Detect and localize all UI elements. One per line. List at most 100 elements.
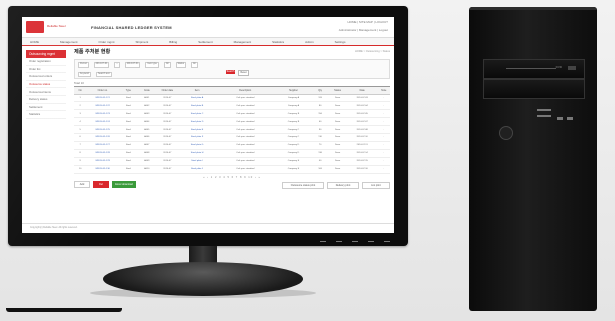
- table-cell: 8: [74, 149, 87, 158]
- table-cell[interactable]: M2014-01-127: [86, 141, 120, 150]
- print-list-button[interactable]: List print: [362, 181, 390, 189]
- table-cell: Steel: [119, 109, 138, 119]
- table-header-cell[interactable]: Supplier: [275, 86, 312, 95]
- table-cell[interactable]: M2014-01-125: [86, 125, 120, 135]
- monitor-button-icon[interactable]: [384, 241, 390, 242]
- table-header-cell[interactable]: Order date: [156, 86, 179, 95]
- range-separator: ~: [114, 62, 120, 68]
- add-button[interactable]: Add: [74, 181, 90, 188]
- eject-button[interactable]: [568, 66, 576, 70]
- table-row[interactable]: 5 M2014-01-125 Steel A005 2014-07 Steel plate…: [74, 125, 390, 135]
- start-date-field[interactable]: 2014-07-01: [93, 62, 110, 68]
- excel-download-button[interactable]: Excel download: [112, 181, 136, 188]
- table-header-cell[interactable]: Code: [137, 86, 157, 95]
- sidebar-item[interactable]: Outsourced items: [26, 88, 66, 96]
- monitor-button-icon[interactable]: [368, 241, 374, 242]
- table-cell: -: [377, 157, 390, 166]
- usb-port-icon[interactable]: [567, 117, 573, 120]
- table-row[interactable]: 8 M2014-01-128 Steel A008 2014-07 Steel plate…: [74, 149, 390, 158]
- table-cell[interactable]: M2014-01-122: [86, 101, 120, 111]
- monitor-button-icon[interactable]: [336, 241, 342, 242]
- table-cell[interactable]: M2014-01-126: [86, 133, 120, 142]
- table-cell[interactable]: Steel plate D: [178, 117, 216, 127]
- monitor-button-icon[interactable]: [352, 241, 358, 242]
- power-button[interactable]: [499, 126, 513, 140]
- table-row[interactable]: 2 M2014-01-122 Steel A002 2014-07 Steel plate…: [74, 101, 390, 111]
- table-header-cell[interactable]: Type: [119, 86, 138, 95]
- sidebar-item[interactable]: Settlement: [26, 104, 66, 112]
- sidebar-item-active[interactable]: Outsource status: [26, 81, 66, 89]
- reset-button[interactable]: Reset: [238, 70, 249, 76]
- table-header-cell[interactable]: Note: [377, 86, 390, 95]
- status-select[interactable]: All: [191, 62, 198, 68]
- sidebar-item[interactable]: Statistics: [26, 111, 66, 119]
- card-reader-slot-icon[interactable]: [537, 115, 551, 117]
- table-cell[interactable]: M2014-01-128: [86, 149, 120, 158]
- item-type-select[interactable]: All: [163, 62, 171, 68]
- table-cell[interactable]: M2014-01-130: [86, 165, 120, 174]
- table-row[interactable]: 1 M2014-01-121 Steel A001 2014-07 Steel plate…: [74, 94, 390, 103]
- menu-item[interactable]: Order mgmt: [99, 40, 115, 44]
- table-cell: -: [377, 149, 390, 158]
- table-row[interactable]: 10 M2014-01-130 Steel A010 2014-07 Steel plat…: [74, 165, 390, 174]
- keyword-input[interactable]: Search text: [95, 71, 112, 78]
- table-header-cell[interactable]: Qty: [311, 86, 329, 95]
- table-row[interactable]: 4 M2014-01-124 Steel A004 2014-07 Steel plate…: [74, 117, 390, 127]
- table-cell[interactable]: Steel plate A: [178, 94, 216, 103]
- monitor-button-icon[interactable]: [320, 241, 326, 242]
- table-header-cell[interactable]: Item: [178, 86, 216, 95]
- menu-item[interactable]: Admin: [305, 40, 314, 44]
- table-row[interactable]: 6 M2014-01-126 Steel A006 2014-07 Steel plate…: [74, 133, 390, 142]
- table-cell[interactable]: Steel plate E: [178, 125, 216, 135]
- table-cell[interactable]: Steel plate F: [178, 133, 216, 142]
- print-status-button[interactable]: Outsource status print: [282, 181, 324, 189]
- table-header-cell[interactable]: Description: [215, 86, 276, 95]
- sidebar-item[interactable]: Delivery status: [26, 96, 66, 104]
- table-header-cell[interactable]: Date: [346, 86, 378, 95]
- user-menu[interactable]: Administrator | Management | Logout: [339, 28, 388, 32]
- usb-port-icon[interactable]: [557, 117, 563, 120]
- table-cell: 2014-07-10: [346, 133, 378, 142]
- table-header-cell[interactable]: Order no.: [86, 86, 120, 95]
- table-row[interactable]: 3 M2014-01-123 Steel A003 2014-07 Steel plate…: [74, 109, 390, 119]
- table-cell[interactable]: Steel plate C: [178, 109, 216, 119]
- company-logo-icon[interactable]: [26, 21, 44, 33]
- table-cell[interactable]: Steel plate B: [178, 101, 216, 111]
- table-header-cell[interactable]: No: [74, 86, 87, 95]
- table-row[interactable]: 9 M2014-01-129 Steel A009 2014-07 Steel plate…: [74, 157, 390, 166]
- table-cell: A009: [137, 157, 157, 166]
- delete-button[interactable]: Del: [93, 181, 109, 188]
- pagination[interactable]: « ‹ 1 2 3 4 5 6 7 8 9 10 › »: [74, 176, 390, 179]
- print-delivery-button[interactable]: Delivery print: [327, 181, 359, 189]
- menu-item[interactable]: Management: [60, 40, 78, 44]
- sidebar-item[interactable]: Order list: [26, 66, 66, 74]
- table-cell: 110: [311, 133, 329, 142]
- table-cell[interactable]: Steel plate H: [178, 149, 216, 158]
- search-button[interactable]: Search: [226, 70, 235, 74]
- menu-item[interactable]: Statistics: [272, 40, 284, 44]
- table-cell[interactable]: Steel plate I: [178, 157, 216, 166]
- table-cell[interactable]: Steel plate G: [178, 141, 216, 150]
- table-row[interactable]: 7 M2014-01-127 Steel A007 2014-07 Steel plate…: [74, 141, 390, 150]
- sidebar-item[interactable]: Order registration: [26, 58, 66, 66]
- menu-item[interactable]: Billing: [169, 40, 177, 44]
- menu-item[interactable]: HOME: [30, 40, 39, 44]
- table-cell[interactable]: M2014-01-124: [86, 117, 120, 127]
- menu-item[interactable]: Settlement: [198, 40, 212, 44]
- table-cell[interactable]: M2014-01-121: [86, 94, 120, 103]
- menu-item[interactable]: Shipment: [136, 40, 149, 44]
- table-cell: Done: [328, 133, 347, 142]
- utility-links[interactable]: HOME | SITE MAP | LOGOUT: [347, 20, 388, 24]
- menu-item[interactable]: Settings: [335, 40, 346, 44]
- end-date-field[interactable]: 2014-07-31: [124, 62, 141, 68]
- table-cell[interactable]: Steel plate J: [178, 165, 216, 174]
- table-cell[interactable]: M2014-01-129: [86, 157, 120, 166]
- table-cell: A001: [137, 94, 157, 103]
- table-header-cell[interactable]: Status: [328, 86, 347, 95]
- optical-drive-bay[interactable]: DVD: [483, 59, 585, 79]
- sidebar-item[interactable]: Outsourced orders: [26, 73, 66, 81]
- table-cell[interactable]: M2014-01-123: [86, 109, 120, 119]
- menu-item[interactable]: Management: [234, 40, 252, 44]
- card-reader-slot-icon[interactable]: [537, 109, 551, 111]
- monitor: Reliable Steel FINANCIAL SHARED LEDGER S…: [8, 6, 408, 246]
